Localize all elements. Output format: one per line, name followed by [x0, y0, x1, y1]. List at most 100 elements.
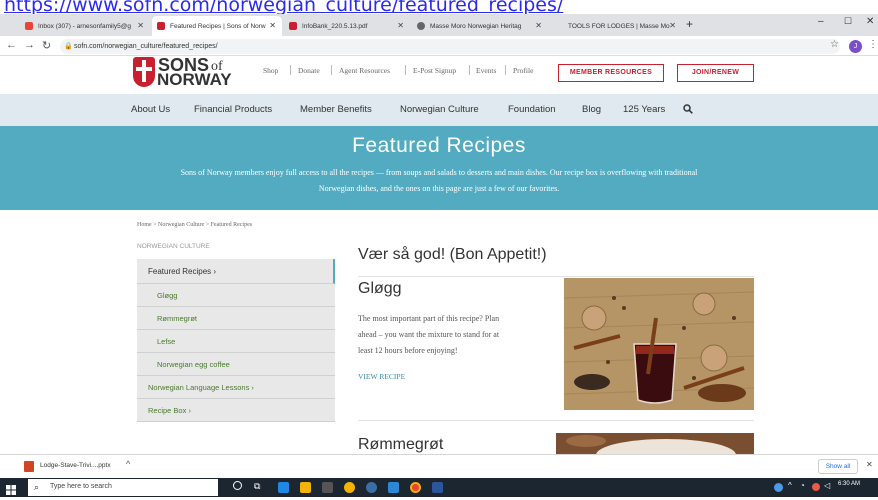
clock-time[interactable]: 6:30 AM — [838, 481, 860, 487]
app-icon[interactable] — [344, 482, 355, 493]
cortana-icon[interactable] — [233, 481, 242, 490]
recipe-description-line: The most important part of this recipe? … — [358, 314, 500, 323]
main-nav: About Us Financial Products Member Benef… — [0, 94, 878, 126]
menu-kebab-icon[interactable]: ⋮ — [868, 39, 878, 50]
tab-label: Featured Recipes | Sons of Norw — [170, 22, 266, 30]
sons-of-norway-favicon-icon — [157, 22, 165, 30]
window-close-icon[interactable]: ✕ — [866, 16, 874, 27]
chevron-right-icon: › — [213, 267, 217, 276]
close-icon[interactable]: ✕ — [866, 460, 873, 469]
sidebar-item-egg-coffee[interactable]: Norwegian egg coffee — [137, 353, 335, 376]
taskbar-search-input[interactable]: ⌕ Type here to search — [28, 479, 218, 496]
chevron-right-icon: › — [188, 406, 191, 415]
tab-tools-for-lodges[interactable]: TOOLS FOR LODGES | Masse Mo ✕ — [550, 16, 682, 36]
tab-masse-moro[interactable]: Masse Moro Norwegian Heritag ✕ — [412, 16, 548, 36]
member-resources-button[interactable]: MEMBER RESOURCES — [558, 64, 664, 82]
close-icon[interactable]: ✕ — [669, 21, 676, 30]
recipe-title[interactable]: Gløgg — [358, 280, 402, 298]
url-text: sofn.com/norwegian_culture/featured_reci… — [74, 43, 218, 50]
forward-icon[interactable]: → — [24, 39, 35, 51]
nav-financial-products[interactable]: Financial Products — [194, 104, 272, 115]
chevron-right-icon: › — [251, 383, 254, 392]
word-icon[interactable] — [432, 482, 443, 493]
logo-norway-text[interactable]: NORWAY — [157, 70, 232, 90]
chevron-up-icon[interactable]: ^ — [126, 459, 130, 469]
tray-chevron-up-icon[interactable]: ^ — [788, 481, 792, 490]
profile-avatar[interactable]: J — [849, 40, 862, 53]
search-placeholder: Type here to search — [50, 483, 112, 490]
join-renew-button[interactable]: JOIN/RENEW — [677, 64, 754, 82]
bookmark-star-icon[interactable]: ☆ — [830, 39, 839, 50]
divider — [331, 65, 332, 75]
search-icon[interactable] — [683, 104, 693, 117]
nav-125-years[interactable]: 125 Years — [623, 104, 665, 115]
sidebar: Featured Recipes › Gløgg Rømmegrøt Lefse… — [137, 259, 335, 422]
download-file-name[interactable]: Lodge-Stave-Trivi....pptx — [40, 462, 111, 469]
back-icon[interactable]: ← — [6, 39, 17, 51]
util-link-agent-resources[interactable]: Agent Resources — [339, 66, 390, 75]
breadcrumb[interactable]: Home > Norwegian Culture > Featured Reci… — [137, 222, 252, 228]
new-tab-icon[interactable]: + — [686, 17, 693, 31]
edge-icon[interactable] — [366, 482, 377, 493]
minimize-icon[interactable]: – — [818, 16, 824, 27]
nav-member-benefits[interactable]: Member Benefits — [300, 104, 372, 115]
tab-infobank[interactable]: InfoBank_220.5.13.pdf ✕ — [284, 16, 410, 36]
divider — [358, 276, 754, 277]
close-icon[interactable]: ✕ — [535, 21, 542, 30]
url-input[interactable]: 🔒 sofn.com/norwegian_culture/featured_re… — [60, 39, 840, 54]
notification-app-icon[interactable] — [812, 483, 820, 491]
sidebar-item-featured-recipes[interactable]: Featured Recipes › — [137, 259, 335, 284]
tab-label: InfoBank_220.5.13.pdf — [302, 22, 368, 30]
file-explorer-icon[interactable] — [300, 482, 311, 493]
recipe2-title[interactable]: Rømmegrøt — [358, 436, 443, 454]
windows-start-icon[interactable] — [6, 482, 16, 500]
nav-about-us[interactable]: About Us — [131, 104, 170, 115]
show-all-button[interactable]: Show all — [818, 459, 858, 474]
close-icon[interactable]: ✕ — [397, 21, 404, 30]
hero-intro-line2: Norwegian dishes, and the ones on this p… — [318, 184, 560, 193]
close-icon[interactable]: ✕ — [269, 21, 276, 30]
sidebar-item-language-lessons[interactable]: Norwegian Language Lessons › — [137, 376, 335, 399]
view-recipe-link[interactable]: VIEW RECIPE — [358, 372, 405, 381]
system-tray-icon[interactable] — [774, 483, 783, 492]
url-caption-text[interactable]: https://www.sofn.com/norwegian_culture/f… — [4, 0, 563, 14]
nav-norwegian-culture[interactable]: Norwegian Culture — [400, 104, 479, 115]
logo-shield-icon[interactable] — [133, 57, 155, 87]
rommegrot-recipe-image[interactable] — [556, 433, 754, 454]
util-link-shop[interactable]: Shop — [263, 66, 278, 75]
task-view-icon[interactable]: ⧉ — [254, 481, 260, 492]
page-title: Featured Recipes — [352, 134, 526, 157]
divider — [290, 65, 291, 75]
tab-inbox[interactable]: Inbox (307) - arnesonfamily5@g ✕ — [20, 16, 150, 36]
util-link-profile[interactable]: Profile — [513, 66, 533, 75]
tab-label: Inbox (307) - arnesonfamily5@g — [38, 22, 131, 30]
chrome-icon[interactable] — [410, 482, 421, 493]
windows-taskbar: ⌕ Type here to search ⧉ ^ ◔ ◁ 6:30 AM — [0, 478, 878, 497]
hero-banner: Featured Recipes Sons of Norway members … — [0, 126, 878, 210]
tab-featured-recipes[interactable]: Featured Recipes | Sons of Norw ✕ — [152, 16, 282, 36]
sidebar-item-recipe-box[interactable]: Recipe Box › — [137, 399, 335, 422]
store-icon[interactable] — [322, 482, 333, 493]
mail-app-icon[interactable] — [278, 482, 289, 493]
nav-foundation[interactable]: Foundation — [508, 104, 556, 115]
sidebar-heading: NORWEGIAN CULTURE — [137, 243, 210, 250]
divider — [358, 420, 754, 421]
reload-icon[interactable]: ↻ — [42, 39, 51, 52]
glogg-recipe-image[interactable] — [564, 278, 754, 410]
main-content: Home > Norwegian Culture > Featured Reci… — [0, 210, 878, 454]
sidebar-item-rommegrot[interactable]: Rømmegrøt — [137, 307, 335, 330]
sidebar-item-glogg[interactable]: Gløgg — [137, 284, 335, 307]
section-title: Vær så god! (Bon Appetit!) — [358, 246, 547, 263]
sidebar-item-lefse[interactable]: Lefse — [137, 330, 335, 353]
util-link-epost-signup[interactable]: E-Post Signup — [413, 66, 456, 75]
nav-blog[interactable]: Blog — [582, 104, 601, 115]
app-icon[interactable] — [388, 482, 399, 493]
recipe-description-line: least 12 hours before enjoying! — [358, 346, 458, 355]
util-link-donate[interactable]: Donate — [298, 66, 320, 75]
network-icon[interactable]: ◔ — [800, 481, 805, 490]
volume-icon[interactable]: ◁ — [824, 481, 830, 490]
divider — [469, 65, 470, 75]
util-link-events[interactable]: Events — [476, 66, 496, 75]
close-icon[interactable]: ✕ — [137, 21, 144, 30]
maximize-icon[interactable]: ☐ — [844, 16, 852, 27]
